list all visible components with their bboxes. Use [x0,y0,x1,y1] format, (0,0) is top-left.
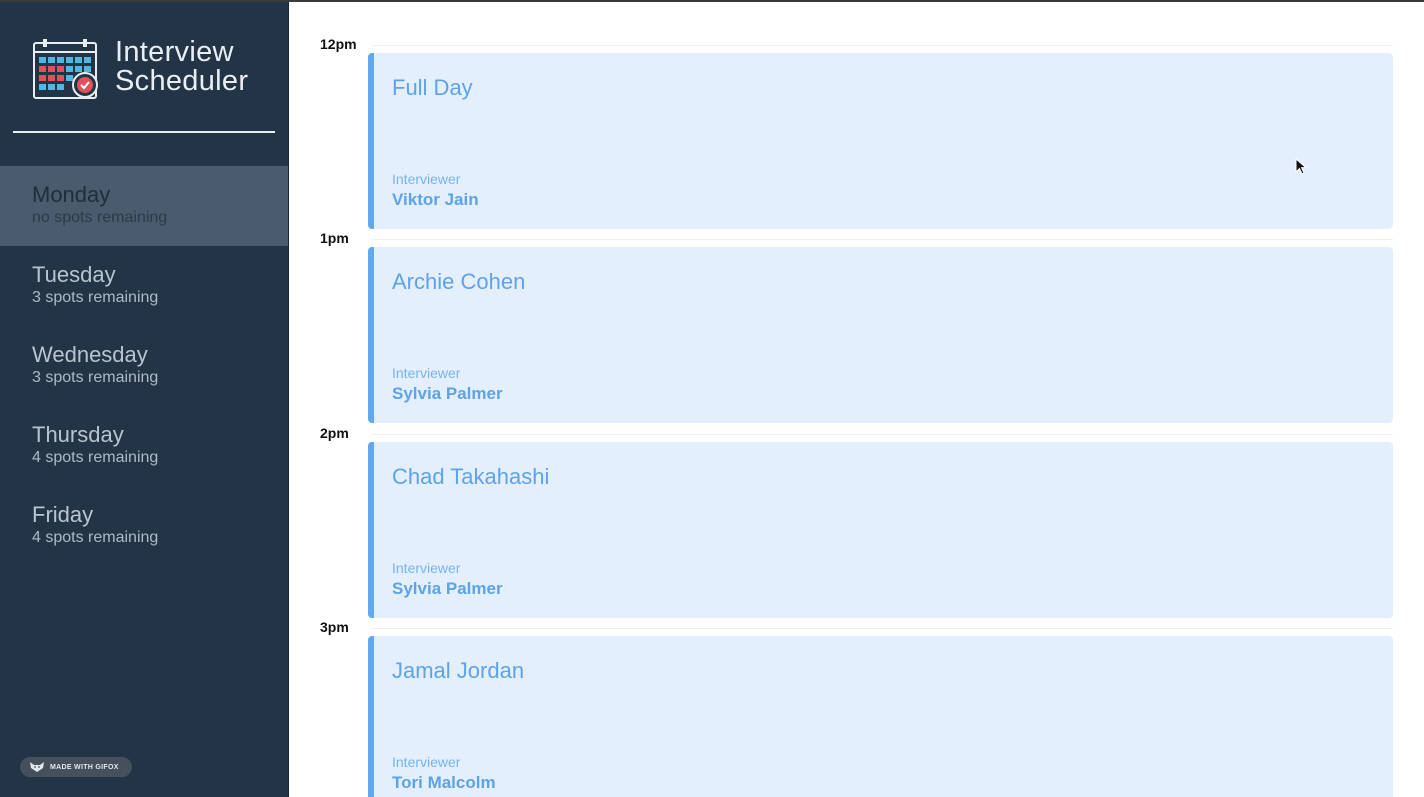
day-spots: 4 spots remaining [32,449,159,466]
appointment-card[interactable]: Jamal Jordan Interviewer Tori Malcolm [368,636,1393,797]
student-name: Chad Takahashi [392,464,550,489]
gifox-label: MADE WITH GIFOX [50,763,119,771]
day-name: Monday [32,182,111,207]
slot-time: 2pm [320,425,349,441]
day-spots: 4 spots remaining [32,529,159,546]
day-item-monday[interactable]: Monday no spots remaining [0,166,288,246]
student-name: Archie Cohen [392,269,526,294]
day-spots: 3 spots remaining [32,289,159,306]
day-name: Tuesday [32,262,116,287]
day-spots: no spots remaining [32,209,168,226]
calendar-check-icon [33,39,98,99]
app-title-line1: Interview [115,36,234,68]
day-name: Wednesday [32,342,148,367]
slot-time: 3pm [320,619,349,635]
slot-time: 1pm [320,230,349,246]
interviewer-name: Sylvia Palmer [392,384,503,403]
day-spots: 3 spots remaining [32,369,159,386]
slot-separator [372,628,1393,629]
interviewer-label: Interviewer [392,171,461,187]
slot-separator [372,45,1393,46]
interviewer-name: Viktor Jain [392,190,479,209]
mouse-pointer-icon [1295,158,1307,175]
student-name: Jamal Jordan [392,658,525,683]
day-name: Friday [32,502,94,527]
app-title-line2: Scheduler [115,65,249,97]
day-item-wednesday[interactable]: Wednesday 3 spots remaining [0,326,288,406]
sidebar: Interview Scheduler Monday no spots rema… [0,0,289,797]
window-top-border [0,0,1424,2]
day-item-friday[interactable]: Friday 4 spots remaining [0,486,288,566]
interviewer-label: Interviewer [392,754,461,770]
interviewer-name: Tori Malcolm [392,773,496,792]
student-name: Full Day [392,75,473,100]
slot-time: 12pm [320,36,357,52]
interviewer-label: Interviewer [392,560,461,576]
appointment-card[interactable]: Archie Cohen Interviewer Sylvia Palmer [368,247,1393,423]
app-title: Interview Scheduler [115,38,248,96]
appointment-card[interactable]: Chad Takahashi Interviewer Sylvia Palmer [368,442,1393,618]
slot-separator [372,434,1393,435]
brand: Interview Scheduler [33,38,248,100]
slot-separator [372,239,1393,240]
interviewer-label: Interviewer [392,365,461,381]
sidebar-divider [13,131,275,133]
fox-icon [30,762,44,772]
appointment-card[interactable]: Full Day Interviewer Viktor Jain [368,53,1393,229]
day-item-tuesday[interactable]: Tuesday 3 spots remaining [0,246,288,326]
day-list: Monday no spots remaining Tuesday 3 spot… [0,166,288,566]
gifox-watermark: MADE WITH GIFOX [20,757,132,777]
day-name: Thursday [32,422,124,447]
schedule: 12pm Full Day Interviewer Viktor Jain 1p… [289,0,1424,797]
interviewer-name: Sylvia Palmer [392,579,503,598]
day-item-thursday[interactable]: Thursday 4 spots remaining [0,406,288,486]
